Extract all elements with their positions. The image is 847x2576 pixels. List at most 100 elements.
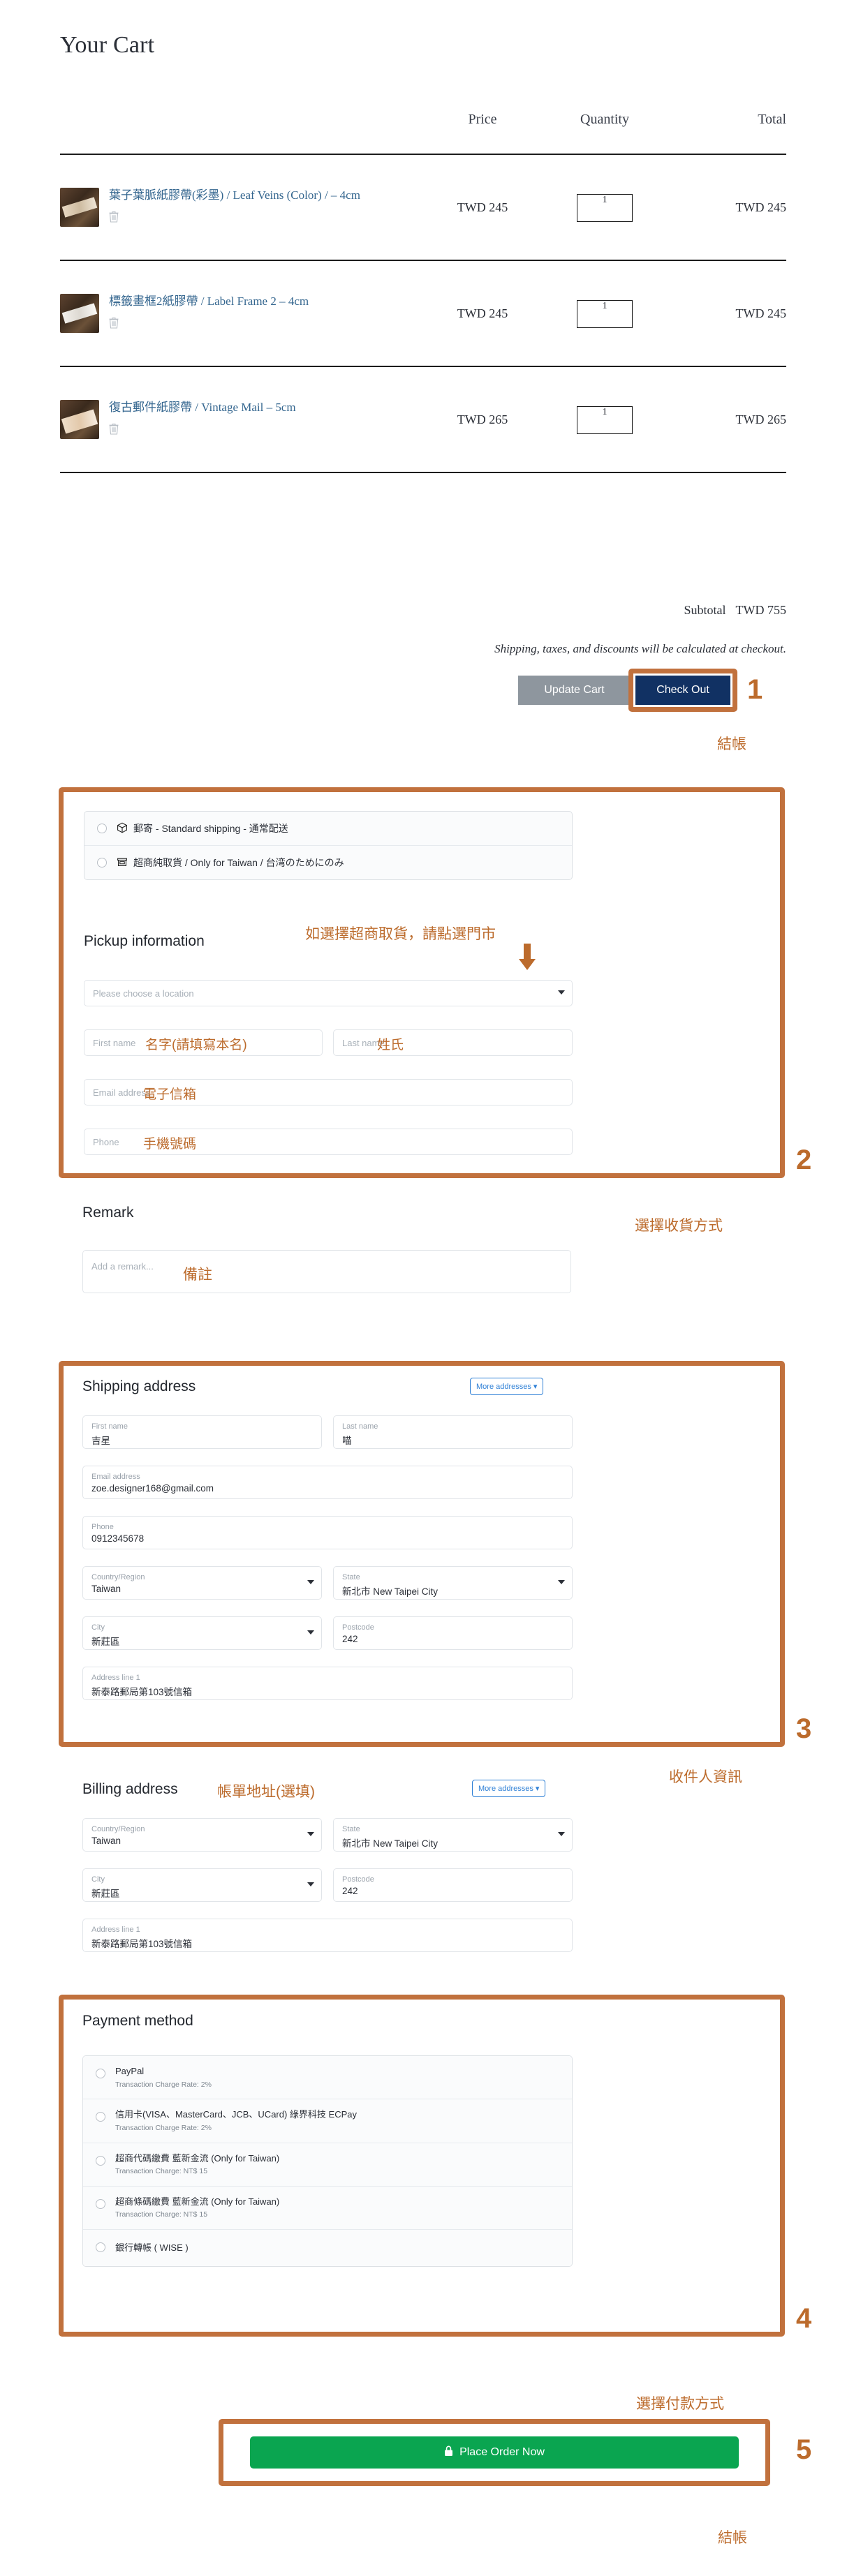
quantity-input[interactable]: 1 [577,299,633,328]
payment-option-bank-transfer[interactable]: 銀行轉帳 ( WISE ) [83,2230,572,2266]
radio-button[interactable] [96,2069,105,2078]
shipping-city-select[interactable]: City 新莊區 [82,1616,322,1650]
product-link[interactable]: 葉子葉脈紙膠帶(彩墨) / Leaf Veins (Color) / – 4cm [109,188,360,202]
annotation-number-2: 2 [796,1145,812,1175]
field-label: First name [91,1422,128,1431]
annotation-number-3: 3 [796,1713,812,1744]
shipping-email-field[interactable]: Email address zoe.designer168@gmail.com [82,1466,573,1499]
shipping-first-name-field[interactable]: First name 吉星 [82,1415,322,1449]
divider [60,472,786,473]
shipping-more-addresses-button[interactable]: More addresses ▾ [470,1378,544,1395]
pickup-information-title: Pickup information [84,933,205,949]
down-arrow-icon [518,944,536,974]
shipping-postcode-field[interactable]: Postcode 242 [333,1616,573,1650]
field-value: 新北市 New Taipei City [342,1838,439,1849]
shipping-option-label: 超商純取貨 / Only for Taiwan / 台湾のためにのみ [133,857,344,868]
product-link[interactable]: 復古郵件紙膠帶 / Vintage Mail – 5cm [109,401,296,414]
radio-button[interactable] [96,2198,105,2209]
billing-hint: 帳單地址(選填) [217,1784,315,1800]
shipping-option-label: 郵寄 - Standard shipping - 通常配送 [133,823,288,834]
shipping-option-store-pickup[interactable]: 超商純取貨 / Only for Taiwan / 台湾のためにのみ [84,846,572,879]
phone-hint: 手機號碼 [143,1137,197,1152]
field-value: 新北市 New Taipei City [342,1586,439,1597]
quantity-input[interactable]: 1 [577,193,633,222]
field-label: Country/Region [91,1825,145,1833]
field-value: Taiwan [91,1836,121,1846]
pickup-last-name-input[interactable]: Last name [333,1029,573,1056]
subtotal: Subtotal TWD 755 [684,603,787,618]
billing-address-title: Billing address [82,1781,178,1797]
pickup-location-placeholder: Please choose a location [93,988,194,999]
pickup-location-select[interactable]: Please choose a location [84,980,573,1006]
shipping-option-standard[interactable]: 郵寄 - Standard shipping - 通常配送 [84,812,572,846]
billing-postcode-field[interactable]: Postcode 242 [333,1868,573,1902]
trash-icon[interactable] [109,317,119,329]
payment-option-convenience-store-barcode[interactable]: 超商條碼繳費 藍新金流 (Only for Taiwan) Transactio… [83,2186,572,2230]
column-header-quantity: Quantity [580,112,629,127]
payment-option-note: Transaction Charge Rate: 2% [115,2080,212,2089]
trash-icon[interactable] [109,423,119,435]
payment-option-name: PayPal [115,2066,145,2076]
field-value: zoe.designer168@gmail.com [91,1483,214,1494]
shipping-address-title: Shipping address [82,1378,196,1394]
payment-option-note: Transaction Charge: NT$ 15 [115,2167,208,2175]
product-link[interactable]: 標籤畫框2紙膠帶 / Label Frame 2 – 4cm [109,295,309,308]
field-value: 新泰路郵局第103號信箱 [91,1687,193,1697]
radio-button[interactable] [96,2112,105,2122]
cart-table-header: Price Quantity Total [60,112,786,154]
field-value: 新莊區 [91,1889,120,1899]
more-addresses-label: More addresses [476,1383,531,1391]
billing-more-addresses-button[interactable]: More addresses ▾ [472,1780,546,1797]
annotation-number-4: 4 [796,2303,812,2334]
shipping-address-line1-field[interactable]: Address line 1 新泰路郵局第103號信箱 [82,1667,573,1700]
field-label: Postcode [342,1623,374,1632]
annotation-text-1: 結帳 [717,736,746,752]
payment-option-convenience-store-code[interactable]: 超商代碼繳費 藍新金流 (Only for Taiwan) Transactio… [83,2143,572,2187]
field-label: State [342,1825,360,1833]
billing-city-select[interactable]: City 新莊區 [82,1868,322,1902]
shipping-state-select[interactable]: State 新北市 New Taipei City [333,1566,573,1600]
trash-icon[interactable] [109,211,119,223]
billing-country-select[interactable]: Country/Region Taiwan [82,1818,322,1852]
pickup-hint-text: 如選擇超商取貨，請點選門市 [305,926,496,942]
product-thumbnail[interactable] [60,400,99,439]
shipping-phone-field[interactable]: Phone 0912345678 [82,1516,573,1549]
field-value: 喵 [342,1436,352,1446]
first-name-hint: 名字(請填寫本名) [145,1038,247,1052]
quantity-input[interactable]: 1 [577,405,633,434]
payment-option-paypal[interactable]: PayPal Transaction Charge Rate: 2% [83,2056,572,2100]
more-addresses-label: More addresses [478,1785,533,1793]
payment-option-note: Transaction Charge: NT$ 15 [115,2210,208,2219]
chevron-down-icon [558,990,565,995]
table-row: 葉子葉脈紙膠帶(彩墨) / Leaf Veins (Color) / – 4cm… [60,155,786,260]
payment-option-name: 銀行轉帳 ( WISE ) [115,2242,189,2253]
shipping-last-name-field[interactable]: Last name 喵 [333,1415,573,1449]
radio-button[interactable] [97,824,107,833]
field-label: Phone [91,1523,114,1531]
store-icon [117,856,128,870]
product-thumbnail[interactable] [60,188,99,227]
billing-address-line1-field[interactable]: Address line 1 新泰路郵局第103號信箱 [82,1919,573,1952]
shipping-country-select[interactable]: Country/Region Taiwan [82,1566,322,1600]
update-cart-button[interactable]: Update Cart [518,676,631,705]
last-name-hint: 姓氏 [377,1038,404,1052]
subtotal-value: TWD 755 [735,603,786,617]
billing-state-select[interactable]: State 新北市 New Taipei City [333,1818,573,1852]
radio-button[interactable] [96,2242,105,2252]
chevron-down-icon [307,1580,314,1584]
radio-button[interactable] [96,2155,105,2166]
remark-textarea[interactable]: Add a remark... [82,1250,571,1293]
product-thumbnail[interactable] [60,294,99,333]
email-hint: 電子信箱 [143,1087,197,1102]
payment-method-title: Payment method [82,2013,193,2029]
checkout-button[interactable]: Check Out [635,676,730,705]
field-label: Address line 1 [91,1926,140,1934]
place-order-label: Place Order Now [459,2446,545,2458]
place-order-button[interactable]: Place Order Now [250,2436,739,2469]
field-label: Country/Region [91,1573,145,1581]
annotation-text-5: 結帳 [718,2530,747,2546]
payment-option-credit-card[interactable]: 信用卡(VISA、MasterCard、JCB、UCard) 綠界科技 ECPa… [83,2099,572,2143]
payment-option-name: 超商代碼繳費 藍新金流 (Only for Taiwan) [115,2152,280,2164]
radio-button[interactable] [97,858,107,868]
remark-hint: 備註 [183,1267,212,1283]
